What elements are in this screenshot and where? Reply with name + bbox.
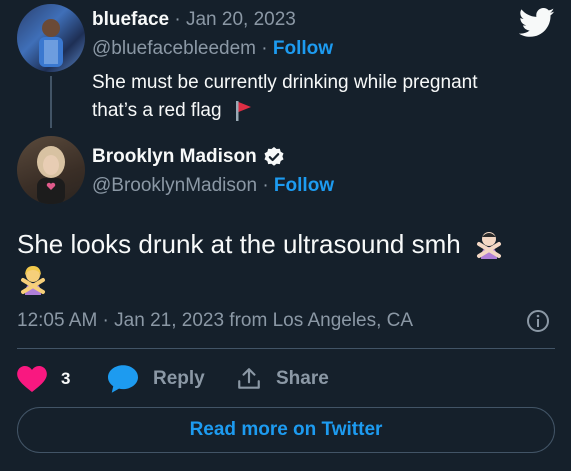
share-button[interactable]: Share <box>236 364 329 394</box>
main-tweet-text: She looks drunk at the ultrasound smh <box>17 229 461 259</box>
person-gesturing-no-emoji <box>473 228 505 260</box>
like-button[interactable]: 3 <box>17 364 70 394</box>
reply-date[interactable]: Jan 20, 2023 <box>186 9 296 30</box>
divider <box>17 348 555 349</box>
blueface-avatar[interactable] <box>17 4 85 72</box>
person-gesturing-no-emoji-2 <box>17 264 49 296</box>
brooklyn-madison-avatar[interactable] <box>17 136 85 204</box>
reply-follow-link[interactable]: Follow <box>273 38 333 59</box>
reply-label: Reply <box>153 368 205 389</box>
thread-connector-line <box>50 76 52 128</box>
verified-badge-icon <box>263 146 285 168</box>
read-more-button[interactable]: Read more on Twitter <box>17 407 555 453</box>
info-icon[interactable] <box>526 309 550 333</box>
reply-text-line2: that’s a red flag <box>92 100 222 121</box>
reply-author-name[interactable]: blueface <box>92 9 169 30</box>
reply-button[interactable]: Reply <box>108 364 205 394</box>
reply-handle[interactable]: @bluefacebleedem <box>92 38 256 59</box>
reply-separator: · <box>174 9 186 30</box>
main-handle[interactable]: @BrooklynMadison <box>92 175 257 196</box>
tweet-timestamp[interactable]: 12:05 AM · Jan 21, 2023 from Los Angeles… <box>17 310 413 332</box>
share-icon <box>236 366 262 392</box>
main-follow-link[interactable]: Follow <box>274 175 334 196</box>
twitter-logo-icon[interactable] <box>518 8 555 38</box>
like-count: 3 <box>61 369 71 388</box>
reply-text-line1: She must be currently drinking while pre… <box>92 72 478 93</box>
reply-handle-separator: · <box>261 38 273 59</box>
red-flag-emoji <box>234 100 254 122</box>
main-handle-separator: · <box>262 175 274 196</box>
reply-bubble-icon <box>108 365 138 393</box>
main-author-name[interactable]: Brooklyn Madison <box>92 146 257 168</box>
heart-icon <box>17 366 47 392</box>
share-label: Share <box>276 368 329 389</box>
